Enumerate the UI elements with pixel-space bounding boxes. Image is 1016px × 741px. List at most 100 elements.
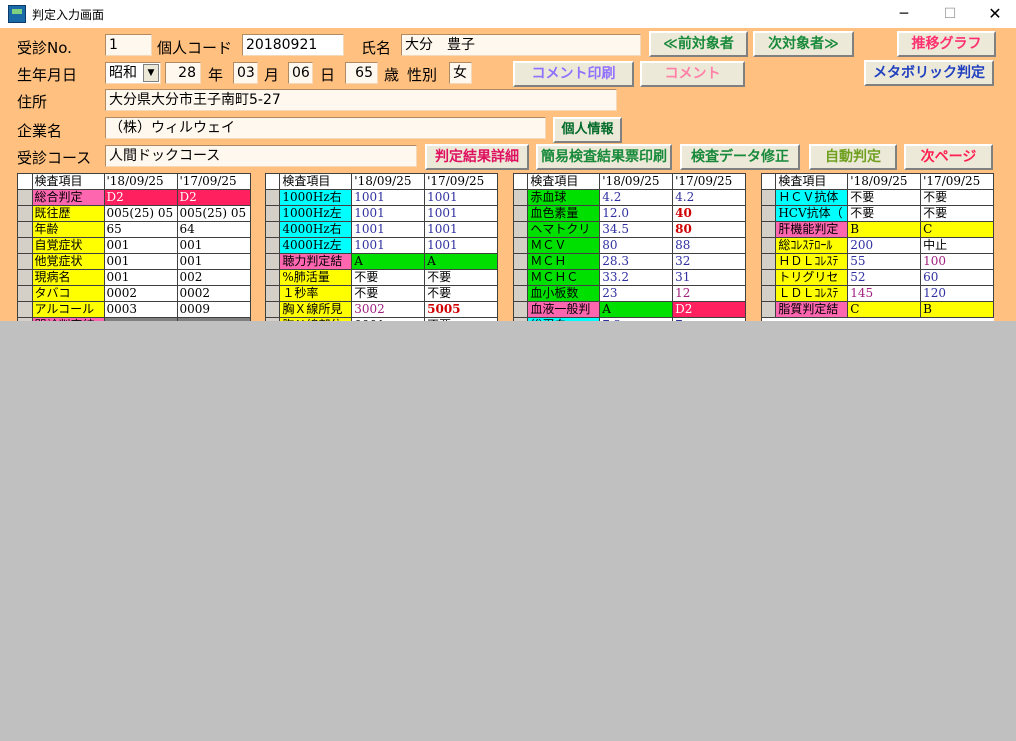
value-2018[interactable]: C — [847, 301, 922, 318]
value-2018[interactable]: 0003 — [104, 301, 178, 318]
table-row[interactable]: トリグリセ 52 60 — [762, 269, 994, 286]
value-2017[interactable]: 31 — [672, 269, 746, 286]
table-row[interactable]: アルコール 0003 0009 — [18, 301, 251, 318]
value-2018[interactable]: 1001 — [351, 221, 426, 238]
value-2018[interactable]: A — [599, 301, 674, 318]
value-2017[interactable]: 1001 — [424, 237, 498, 254]
table-row[interactable]: ＨＣＶ抗体 不要 不要 — [762, 189, 994, 206]
row-selector[interactable] — [18, 269, 33, 286]
value-2018[interactable]: A — [351, 253, 426, 270]
era-select[interactable]: 昭和 ▼ — [105, 62, 161, 84]
row-selector[interactable] — [18, 205, 33, 222]
value-2018[interactable]: 28.3 — [599, 253, 674, 270]
table-row[interactable]: 自覚症状 001 001 — [18, 237, 251, 254]
table-row[interactable]: 血小板数 23 12 — [514, 285, 746, 302]
comment-print-button[interactable]: コメント印刷 — [513, 61, 634, 87]
value-2018[interactable]: 33.2 — [599, 269, 674, 286]
row-selector[interactable] — [266, 237, 281, 254]
row-selector[interactable] — [514, 301, 529, 318]
table-row[interactable]: 現病名 001 002 — [18, 269, 251, 286]
value-2018[interactable]: D2 — [104, 189, 178, 206]
exam-grid-2[interactable]: 検査項目 '18/09/25'17/09/25 1000Hz右 1001 1001 100… — [265, 173, 498, 321]
row-selector[interactable] — [762, 221, 777, 238]
value-2017[interactable]: A — [424, 253, 498, 270]
value-2017[interactable]: 005(25) 05 — [177, 205, 251, 222]
value-2017[interactable]: 1001 — [424, 189, 498, 206]
row-selector[interactable] — [18, 221, 33, 238]
row-selector[interactable] — [266, 285, 281, 302]
exam-grid-3[interactable]: 検査項目 '18/09/25'17/09/25 赤血球 4.2 4.2 血色素量 12.0 4… — [513, 173, 746, 321]
value-2018[interactable]: 80 — [599, 237, 674, 254]
value-2017[interactable]: 120 — [920, 285, 994, 302]
value-2017[interactable]: 32 — [672, 253, 746, 270]
table-row[interactable]: 血色素量 12.0 40 — [514, 205, 746, 222]
row-selector[interactable] — [514, 173, 529, 190]
value-2017[interactable]: 12 — [672, 285, 746, 302]
value-2017[interactable]: 5005 — [424, 301, 498, 318]
value-2018[interactable]: 1001 — [351, 205, 426, 222]
row-selector[interactable] — [18, 189, 33, 206]
next-subject-button[interactable]: 次対象者≫ — [753, 31, 854, 57]
row-selector[interactable] — [266, 269, 281, 286]
value-2018[interactable]: 4.2 — [599, 189, 674, 206]
table-row[interactable]: 胸Ｘ線所見 3002 5005 — [266, 301, 498, 318]
value-2017[interactable]: 0002 — [177, 285, 251, 302]
age-field[interactable]: 65 — [345, 62, 378, 84]
value-2018[interactable]: 3002 — [351, 301, 426, 318]
value-2018[interactable]: 145 — [847, 285, 922, 302]
value-2017[interactable]: 40 — [672, 205, 746, 222]
row-selector[interactable] — [514, 221, 529, 238]
row-selector[interactable] — [18, 253, 33, 270]
value-2017[interactable]: C — [920, 221, 994, 238]
row-selector[interactable] — [18, 237, 33, 254]
value-2017[interactable]: 002 — [177, 269, 251, 286]
table-row[interactable]: ＬＤＬｺﾚｽﾃ 145 120 — [762, 285, 994, 302]
minimize-button[interactable]: ─ — [881, 0, 927, 28]
close-button[interactable]: ✕ — [972, 0, 1016, 28]
table-row[interactable]: ＭＣＨ 28.3 32 — [514, 253, 746, 270]
birth-day-field[interactable]: 06 — [288, 62, 313, 84]
value-2018[interactable]: 52 — [847, 269, 922, 286]
table-row[interactable]: 総ｺﾚｽﾃﾛｰﾙ 200 中止 — [762, 237, 994, 254]
table-row[interactable]: ヘマトクリ 34.5 80 — [514, 221, 746, 238]
value-2018[interactable]: 001 — [104, 269, 178, 286]
value-2018[interactable]: 200 — [847, 237, 922, 254]
row-selector[interactable] — [514, 285, 529, 302]
value-2017[interactable]: D2 — [672, 301, 746, 318]
value-2017[interactable]: 4.2 — [672, 189, 746, 206]
value-2017[interactable]: 中止 — [920, 237, 994, 254]
table-row[interactable]: 他覚症状 001 001 — [18, 253, 251, 270]
value-2017[interactable]: 不要 — [424, 285, 498, 302]
row-selector[interactable] — [266, 221, 281, 238]
table-row[interactable]: 赤血球 4.2 4.2 — [514, 189, 746, 206]
row-selector[interactable] — [762, 269, 777, 286]
exam-grid-4[interactable]: 検査項目 '18/09/25'17/09/25 ＨＣＶ抗体 不要 不要 HCV抗体（ 不要不… — [761, 173, 994, 321]
row-selector[interactable] — [18, 173, 33, 190]
value-2018[interactable]: 不要 — [351, 269, 426, 286]
value-2018[interactable]: 001 — [104, 253, 178, 270]
company-field[interactable]: （株）ウィルウェイ — [105, 117, 546, 139]
value-2018[interactable]: 65 — [104, 221, 178, 238]
value-2017[interactable]: B — [920, 301, 994, 318]
table-row[interactable]: ＭＣＨＣ 33.2 31 — [514, 269, 746, 286]
personal-code-field[interactable]: 20180921 — [242, 34, 344, 56]
sex-field[interactable]: 女 — [449, 62, 472, 84]
chevron-down-icon[interactable]: ▼ — [143, 64, 159, 82]
row-selector[interactable] — [762, 237, 777, 254]
row-selector[interactable] — [266, 189, 281, 206]
metabolic-judgment-button[interactable]: メタボリック判定 — [864, 60, 994, 86]
value-2017[interactable]: 不要 — [920, 189, 994, 206]
row-selector[interactable] — [18, 301, 33, 318]
value-2017[interactable]: 100 — [920, 253, 994, 270]
table-row[interactable]: ＨＤＬｺﾚｽﾃ 55 100 — [762, 253, 994, 270]
exam-no-field[interactable]: 1 — [105, 34, 152, 56]
value-2017[interactable]: 60 — [920, 269, 994, 286]
value-2017[interactable]: 001 — [177, 253, 251, 270]
table-row[interactable]: %肺活量 不要 不要 — [266, 269, 498, 286]
value-2017[interactable]: 64 — [177, 221, 251, 238]
table-row[interactable]: タバコ 0002 0002 — [18, 285, 251, 302]
row-selector[interactable] — [266, 205, 281, 222]
value-2018[interactable]: 不要 — [847, 189, 922, 206]
row-selector[interactable] — [18, 285, 33, 302]
table-row[interactable]: 脂質判定結 C B — [762, 301, 994, 318]
